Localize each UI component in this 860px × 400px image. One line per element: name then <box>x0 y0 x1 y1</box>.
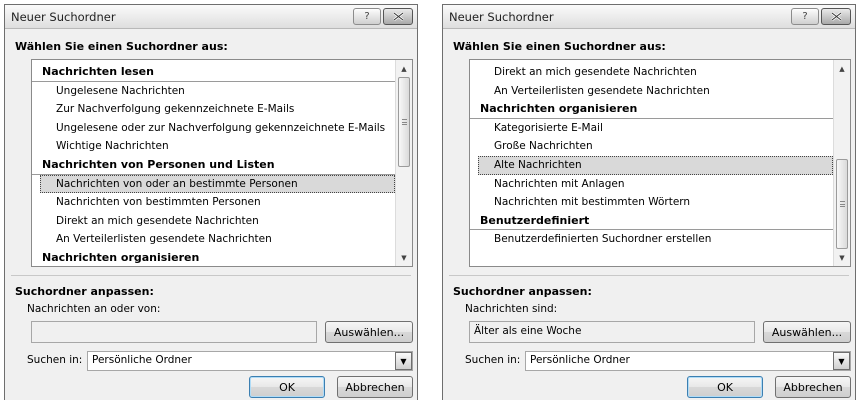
scroll-up-arrow-icon[interactable]: ▲ <box>834 60 850 77</box>
chevron-down-icon[interactable]: ▼ <box>395 352 412 370</box>
close-icon <box>392 12 404 21</box>
list-item[interactable]: An Verteilerlisten gesendete Nachrichten <box>32 230 395 249</box>
list-item[interactable]: Nachrichten mit bestimmten Wörtern <box>470 193 833 212</box>
search-folder-list[interactable]: Direkt an mich gesendete Nachrichten An V… <box>469 59 851 267</box>
divider <box>449 275 849 276</box>
search-in-label: Suchen in: <box>27 354 83 366</box>
close-button[interactable] <box>383 8 413 25</box>
list-item[interactable]: Ungelesene oder zur Nachverfolgung geken… <box>32 119 395 138</box>
list-item[interactable]: Nachrichten von bestimmten Personen <box>32 193 395 212</box>
choose-folder-label: Wählen Sie einen Suchordner aus: <box>15 40 228 53</box>
chevron-down-icon[interactable]: ▼ <box>833 352 850 370</box>
scroll-thumb[interactable] <box>398 77 410 167</box>
list-item[interactable]: Ungelesene Nachrichten <box>32 82 395 101</box>
list-item[interactable]: Nachrichten von oder an bestimmte Person… <box>40 174 395 194</box>
customize-label: Suchordner anpassen: <box>15 285 154 298</box>
help-button[interactable]: ? <box>791 8 819 25</box>
choose-folder-label: Wählen Sie einen Suchordner aus: <box>453 40 666 53</box>
title-bar[interactable]: Neuer Suchordner ? <box>443 5 855 29</box>
new-search-folder-dialog: Neuer Suchordner ? Wählen Sie einen Such… <box>442 4 856 400</box>
select-button[interactable]: Auswählen... <box>763 321 851 343</box>
close-button[interactable] <box>821 8 851 25</box>
list-item[interactable]: Nachrichten mit Anlagen <box>470 175 833 194</box>
scroll-down-arrow-icon[interactable]: ▼ <box>834 249 850 266</box>
divider <box>11 275 411 276</box>
scroll-down-arrow-icon[interactable]: ▼ <box>396 249 412 266</box>
search-in-select[interactable]: Persönliche Ordner ▼ <box>525 351 851 371</box>
list-scrollbar[interactable]: ▲ ▼ <box>395 60 412 266</box>
list-item[interactable]: Wichtige Nachrichten <box>32 137 395 156</box>
dialog-title: Neuer Suchordner <box>449 10 554 24</box>
list-item[interactable]: Alte Nachrichten <box>478 155 833 175</box>
cancel-button[interactable]: Abbrechen <box>337 376 413 398</box>
ok-button[interactable]: OK <box>249 376 325 398</box>
list-rows: Nachrichten lesen Ungelesene Nachrichten Z… <box>32 63 395 266</box>
list-group-header: Nachrichten organisieren <box>32 249 395 266</box>
new-search-folder-dialog: Neuer Suchordner ? Wählen Sie einen Such… <box>4 4 418 400</box>
criteria-label: Nachrichten sind: <box>465 303 558 315</box>
dialog-title: Neuer Suchordner <box>11 10 116 24</box>
grip-icon <box>840 201 845 207</box>
list-group-header: Nachrichten lesen <box>32 63 395 82</box>
help-icon: ? <box>802 11 808 22</box>
grip-icon <box>402 119 407 125</box>
search-in-value: Persönliche Ordner <box>92 354 192 366</box>
list-item[interactable]: An Verteilerlisten gesendete Nachrichten <box>470 82 833 101</box>
help-icon: ? <box>364 11 370 22</box>
criteria-label: Nachrichten an oder von: <box>27 303 161 315</box>
list-item[interactable]: Kategorisierte E-Mail <box>470 119 833 138</box>
list-rows: Direkt an mich gesendete Nachrichten An V… <box>470 63 833 249</box>
select-button[interactable]: Auswählen... <box>325 321 413 343</box>
customize-label: Suchordner anpassen: <box>453 285 592 298</box>
search-in-value: Persönliche Ordner <box>530 354 630 366</box>
list-group-header: Nachrichten von Personen und Listen <box>32 156 395 175</box>
list-item[interactable]: Große Nachrichten <box>470 137 833 156</box>
close-icon <box>830 12 842 21</box>
list-item[interactable]: Benutzerdefinierten Suchordner erstellen <box>470 230 833 249</box>
list-item[interactable]: Direkt an mich gesendete Nachrichten <box>470 63 833 82</box>
search-folder-list[interactable]: Nachrichten lesen Ungelesene Nachrichten Z… <box>31 59 413 267</box>
search-in-select[interactable]: Persönliche Ordner ▼ <box>87 351 413 371</box>
search-in-label: Suchen in: <box>465 354 521 366</box>
ok-button[interactable]: OK <box>687 376 763 398</box>
list-group-header: Nachrichten organisieren <box>470 100 833 119</box>
scroll-up-arrow-icon[interactable]: ▲ <box>396 60 412 77</box>
cancel-button[interactable]: Abbrechen <box>775 376 851 398</box>
list-item[interactable]: Direkt an mich gesendete Nachrichten <box>32 212 395 231</box>
criteria-field[interactable]: Älter als eine Woche <box>469 321 755 343</box>
list-scrollbar[interactable]: ▲ ▼ <box>833 60 850 266</box>
title-bar[interactable]: Neuer Suchordner ? <box>5 5 417 29</box>
help-button[interactable]: ? <box>353 8 381 25</box>
list-group-header: Benutzerdefiniert <box>470 212 833 231</box>
list-item[interactable]: Zur Nachverfolgung gekennzeichnete E-Mai… <box>32 100 395 119</box>
scroll-thumb[interactable] <box>836 159 848 249</box>
criteria-field[interactable] <box>31 321 317 343</box>
